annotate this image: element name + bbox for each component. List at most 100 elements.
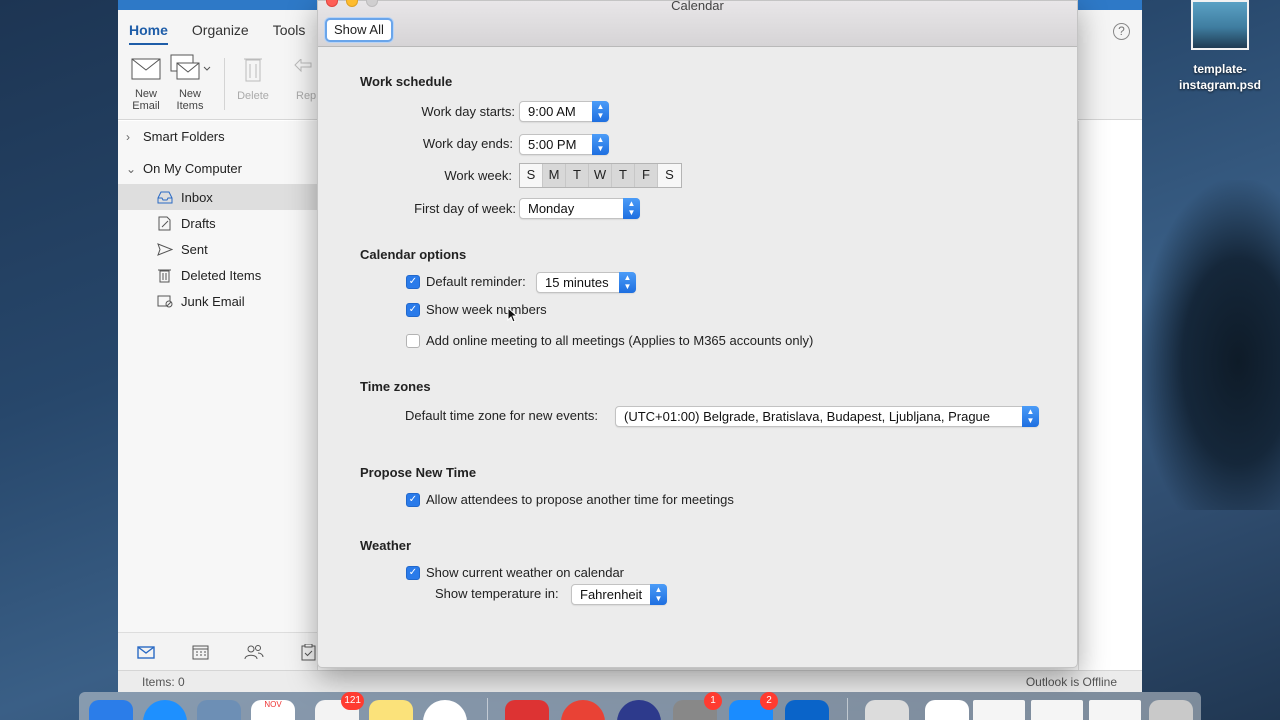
- app-store-badge: 2: [760, 692, 778, 710]
- chrome-icon[interactable]: [561, 700, 605, 720]
- day-toggle-monday[interactable]: M: [543, 164, 566, 187]
- outlook-icon[interactable]: [785, 700, 829, 720]
- calendar-month: NOV: [264, 700, 282, 709]
- first-day-of-week-label: First day of week:: [414, 201, 516, 216]
- folder-junk-email[interactable]: Junk Email: [118, 288, 318, 314]
- calendar-preferences-window: Calendar Show All Work schedule Work day…: [317, 0, 1078, 668]
- select-value: 15 minutes: [545, 275, 609, 290]
- stepper-icon: ▲ ▼: [1022, 406, 1039, 427]
- calendar-app-icon[interactable]: NOV: [251, 700, 295, 720]
- desktop-file-template-instagram[interactable]: template- instagram.psd: [1172, 0, 1268, 93]
- day-toggle-sunday[interactable]: S: [520, 164, 543, 187]
- safari-icon[interactable]: [143, 700, 187, 720]
- group-smart-folders[interactable]: › Smart Folders: [126, 129, 225, 144]
- people-icon[interactable]: [244, 643, 264, 661]
- tab-home[interactable]: Home: [129, 22, 168, 45]
- folder-inbox[interactable]: Inbox: [118, 184, 318, 210]
- window-thumbnail[interactable]: [1089, 700, 1141, 720]
- trash-icon: [230, 54, 276, 84]
- delete-label: Delete: [237, 90, 269, 102]
- folder-label: Sent: [181, 241, 208, 257]
- folder-drafts[interactable]: Drafts: [118, 210, 318, 236]
- dock-separator: [487, 698, 488, 720]
- allow-propose-checkbox[interactable]: ✓: [406, 492, 420, 507]
- module-switcher: [118, 632, 318, 670]
- reply-button[interactable]: Rep: [288, 54, 318, 102]
- day-toggle-thursday[interactable]: T: [612, 164, 635, 187]
- dock: NOV 121 1 2: [79, 692, 1201, 720]
- dock-separator: [847, 698, 848, 720]
- document-icon[interactable]: [865, 700, 909, 720]
- reply-icon: [288, 54, 318, 84]
- work-day-starts-select[interactable]: 9:00 AM ▲ ▼: [519, 101, 609, 122]
- section-title-work-schedule: Work schedule: [360, 74, 453, 89]
- status-bar: Items: 0 Outlook is Offline: [118, 670, 1142, 692]
- work-day-ends-select[interactable]: 5:00 PM ▲ ▼: [519, 134, 609, 155]
- show-weather-row: ✓ Show current weather on calendar: [406, 565, 624, 580]
- system-preferences-icon[interactable]: 1: [673, 692, 722, 720]
- app-icon[interactable]: [617, 700, 661, 720]
- new-email-label-2: Email: [132, 100, 160, 112]
- day-toggle-friday[interactable]: F: [635, 164, 658, 187]
- default-reminder-checkbox[interactable]: ✓: [406, 274, 420, 289]
- tab-tools[interactable]: Tools: [273, 22, 306, 45]
- folder-label: Inbox: [181, 189, 213, 205]
- notes-icon[interactable]: [369, 700, 413, 720]
- reading-pane: [1078, 121, 1142, 670]
- image-thumbnail-icon[interactable]: [925, 700, 969, 720]
- screen-recorder-icon[interactable]: [505, 700, 549, 720]
- show-all-button[interactable]: Show All: [325, 18, 393, 42]
- default-time-zone-select[interactable]: (UTC+01:00) Belgrade, Bratislava, Budape…: [615, 406, 1039, 427]
- new-email-button[interactable]: New Email: [123, 54, 169, 112]
- show-week-numbers-checkbox[interactable]: ✓: [406, 302, 420, 317]
- temperature-unit-label: Show temperature in:: [435, 586, 559, 601]
- group-on-my-computer[interactable]: ⌄ On My Computer: [126, 161, 242, 176]
- inbox-icon: [156, 190, 173, 205]
- new-items-button[interactable]: New Items: [167, 54, 213, 112]
- window-thumbnail[interactable]: [973, 700, 1025, 720]
- app-store-icon[interactable]: 2: [729, 692, 778, 720]
- day-toggle-tuesday[interactable]: T: [566, 164, 589, 187]
- temperature-unit-select[interactable]: Fahrenheit ▲ ▼: [571, 584, 667, 605]
- finder-icon[interactable]: [89, 700, 133, 720]
- mail-icon[interactable]: [136, 643, 156, 661]
- first-day-of-week-select[interactable]: Monday ▲ ▼: [519, 198, 640, 219]
- reply-label: Rep: [296, 90, 317, 102]
- calendar-icon[interactable]: [190, 643, 210, 661]
- folder-sent[interactable]: Sent: [118, 236, 318, 262]
- folder-label: Junk Email: [181, 293, 245, 309]
- ribbon-tabs: Home Organize Tools: [129, 22, 305, 45]
- trash-icon[interactable]: [1149, 700, 1193, 720]
- stepper-icon: ▲ ▼: [619, 272, 636, 293]
- help-icon[interactable]: ?: [1113, 23, 1130, 40]
- folder-deleted-items[interactable]: Deleted Items: [118, 262, 318, 288]
- mail-app-icon[interactable]: [197, 700, 241, 720]
- sent-icon: [156, 242, 173, 257]
- desktop-file-label: template- instagram.psd: [1178, 62, 1262, 92]
- stepper-icon: ▲ ▼: [592, 101, 609, 122]
- group-label: Smart Folders: [143, 129, 225, 144]
- delete-button[interactable]: Delete: [230, 54, 276, 102]
- chevron-right-icon[interactable]: ›: [126, 130, 134, 144]
- mail-badge-app-icon[interactable]: 121: [315, 692, 364, 720]
- drafts-icon: [156, 216, 173, 231]
- group-label: On My Computer: [143, 161, 242, 176]
- tab-organize[interactable]: Organize: [192, 22, 249, 45]
- folder-label: Deleted Items: [181, 267, 262, 283]
- day-toggle-wednesday[interactable]: W: [589, 164, 612, 187]
- default-reminder-select[interactable]: 15 minutes ▲ ▼: [536, 272, 636, 293]
- window-thumbnail[interactable]: [1031, 700, 1083, 720]
- folder-label: Drafts: [181, 215, 216, 231]
- work-week-label: Work week:: [444, 168, 512, 183]
- chevron-down-icon[interactable]: ⌄: [126, 162, 136, 176]
- online-meeting-checkbox[interactable]: [406, 333, 420, 348]
- slack-icon[interactable]: [423, 700, 467, 720]
- tasks-icon[interactable]: [298, 643, 318, 661]
- select-value: 5:00 PM: [528, 137, 577, 152]
- mail-badge: 121: [341, 692, 364, 710]
- show-weather-checkbox[interactable]: ✓: [406, 565, 420, 580]
- junk-icon: [156, 294, 173, 309]
- show-week-numbers-row: ✓ Show week numbers: [406, 302, 547, 317]
- day-toggle-saturday[interactable]: S: [658, 164, 681, 187]
- window-title: Calendar: [671, 0, 724, 13]
